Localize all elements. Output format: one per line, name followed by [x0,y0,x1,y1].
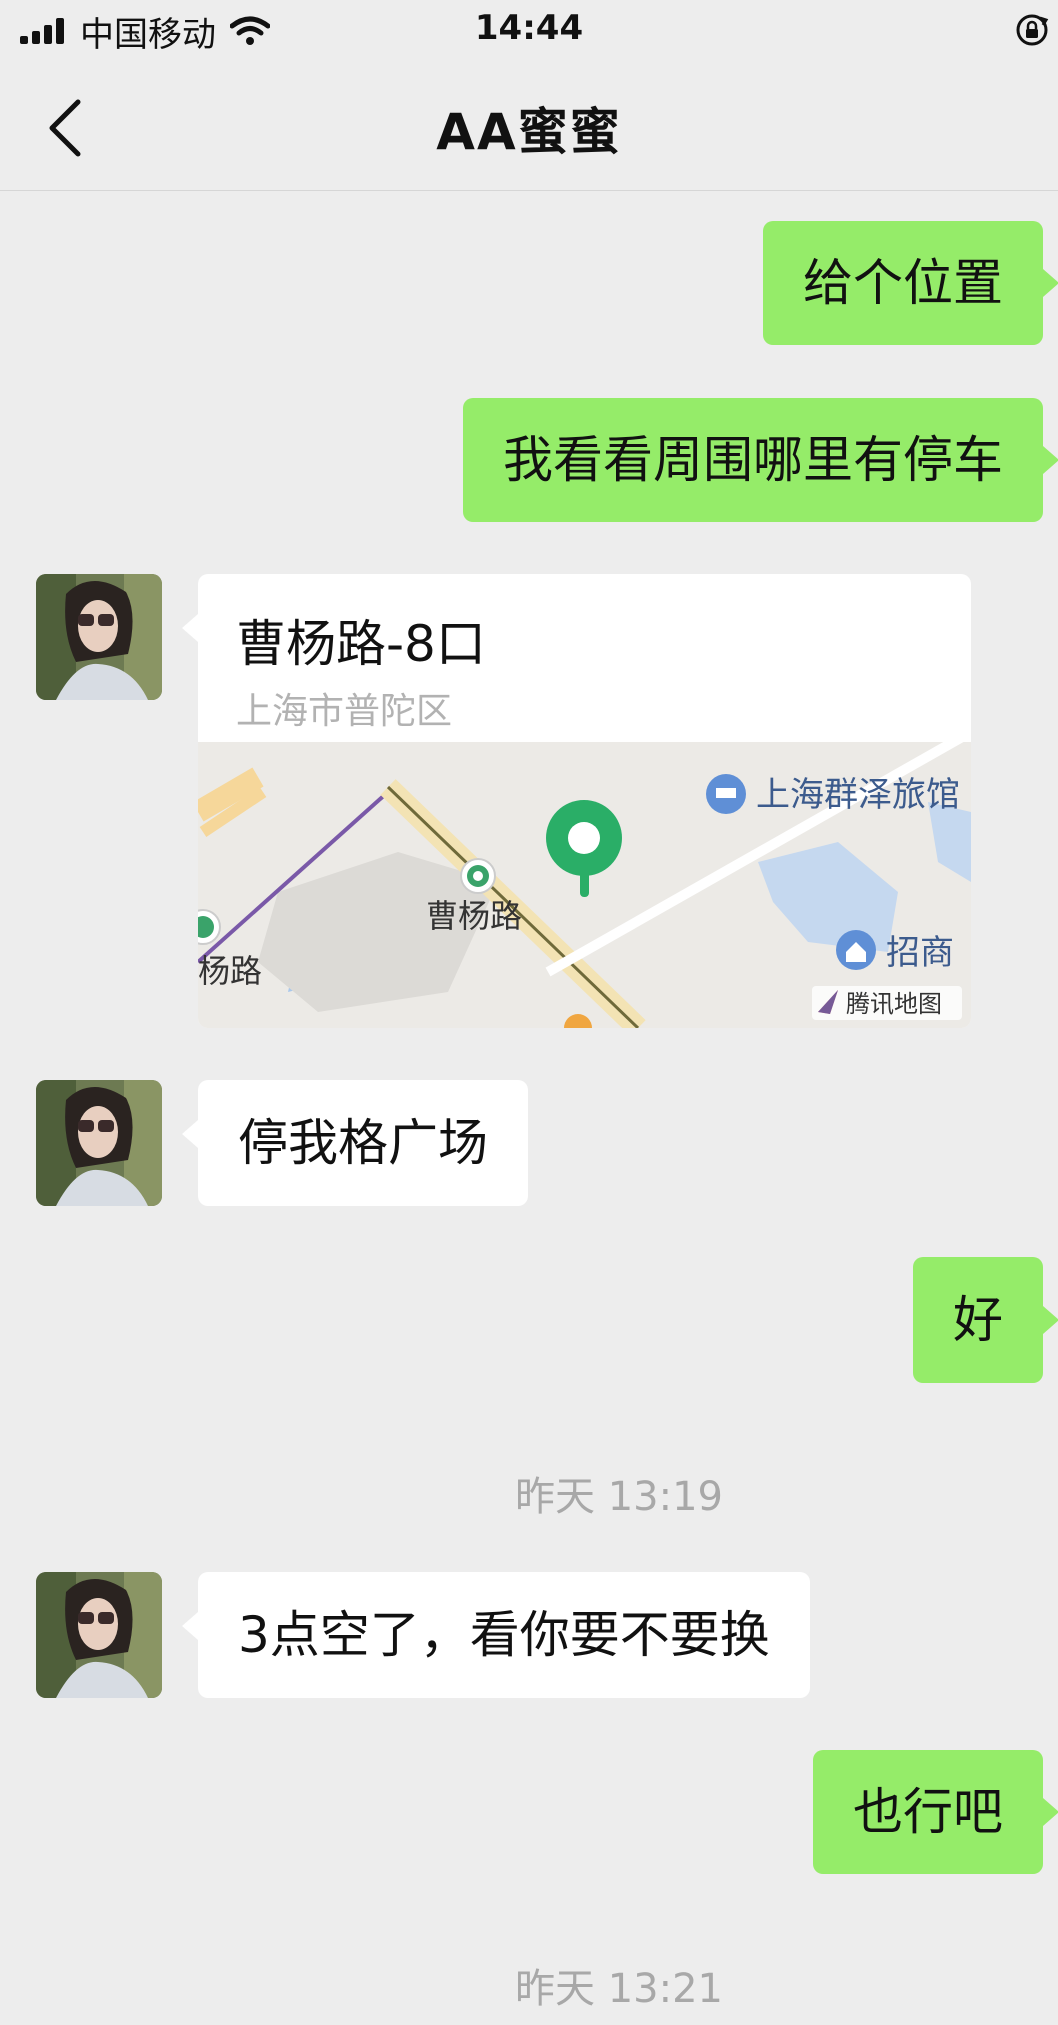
message-text: 好 [953,1291,1003,1349]
status-time: 14:44 [474,8,584,48]
map-provider-badge: 腾讯地图 [812,986,962,1020]
location-name: 曹杨路-8口 [236,615,486,673]
metro-station-icon [460,858,496,894]
message-bubble-outgoing[interactable]: 也行吧 [813,1750,1058,1874]
nav-bar: AA蜜蜜 [0,62,1058,191]
status-bar: 中国移动 14:44 [0,0,1058,62]
message-timestamp: 昨天 13:21 [515,1966,723,2012]
message-bubble-incoming[interactable]: 停我格广场 [182,1080,528,1206]
map-label-hotel: 上海群泽旅馆 [756,775,960,815]
avatar-image [36,1572,162,1698]
message-bubble-outgoing[interactable]: 好 [913,1257,1058,1383]
map-label-station: 曹杨路 [426,897,522,935]
message-bubble-outgoing[interactable]: 我看看周围哪里有停车 [463,398,1058,522]
message-text: 也行吧 [853,1783,1003,1841]
avatar-image [36,1080,162,1206]
message-bubble-outgoing[interactable]: 给个位置 [763,221,1058,345]
map-canvas: 曹杨路 杨路 上海群泽旅馆 招商 腾讯地图 [198,742,971,1028]
avatar-image [36,574,162,700]
avatar[interactable] [36,1080,162,1206]
message-text: 我看看周围哪里有停车 [503,431,1003,489]
location-card[interactable]: 曹杨路-8口 上海市普陀区 曹杨路 杨路 上海群泽旅馆 招商 腾讯地图 [182,574,971,1028]
avatar[interactable] [36,574,162,700]
map-provider-label: 腾讯地图 [846,990,942,1018]
location-map[interactable]: 曹杨路 杨路 上海群泽旅馆 招商 腾讯地图 [198,742,971,1028]
status-right [1014,12,1050,52]
message-text: 给个位置 [803,254,1003,312]
map-label-bank: 招商 [886,933,954,973]
message-bubble-incoming[interactable]: 3点空了，看你要不要换 [182,1572,810,1698]
message-text: 3点空了，看你要不要换 [238,1606,770,1664]
avatar[interactable] [36,1572,162,1698]
map-label-road: 杨路 [198,952,262,990]
chat-title: AA蜜蜜 [436,103,622,161]
message-timestamp: 昨天 13:19 [515,1474,723,1520]
rotation-lock-icon [1016,14,1049,46]
message-text: 停我格广场 [238,1114,488,1172]
location-address: 上海市普陀区 [236,691,453,732]
